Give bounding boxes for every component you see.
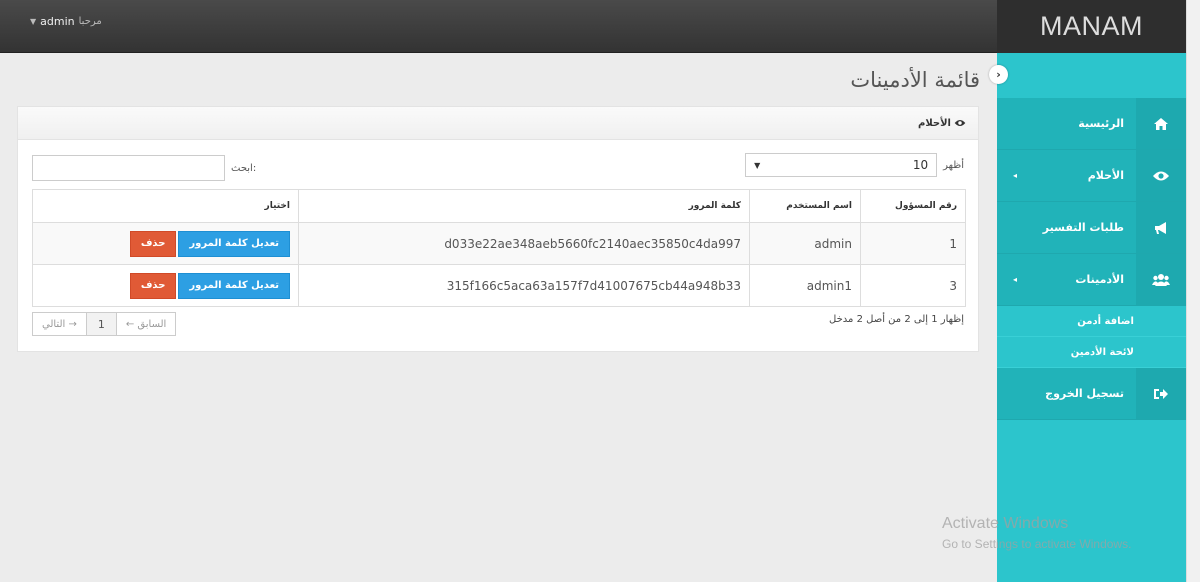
username-cell: admin — [749, 222, 861, 265]
table-row: حذف تعديل كلمة المرور 315f166c5aca63a157… — [32, 264, 966, 307]
top-header: ▼ admin مرحبا — [0, 0, 997, 53]
sidebar-item-logout[interactable]: تسجيل الخروج — [997, 368, 1186, 420]
change-password-button[interactable]: تعديل كلمة المرور — [178, 272, 290, 299]
id-cell: 3 — [860, 264, 966, 307]
delete-button[interactable]: حذف — [129, 230, 177, 257]
sidebar-item-label: الأدمينات — [1075, 273, 1124, 286]
caret-down-icon: ▼ — [30, 17, 37, 26]
page-length-control: ▼ 10 أظهر — [745, 153, 964, 177]
page-title: قائمة الأدمينات — [850, 68, 980, 92]
username-cell: admin1 — [749, 264, 861, 307]
table-header-row: اختيار كلمة المرور اسم المستخدم رقم المس… — [32, 189, 966, 223]
search-control: ابحث: — [32, 155, 256, 181]
eye-icon — [954, 117, 966, 130]
column-header-id[interactable]: رقم المسؤول — [860, 189, 966, 223]
search-label: ابحث: — [231, 162, 257, 174]
page-length-select[interactable]: ▼ 10 — [745, 153, 938, 177]
sidebar-toggle-icon[interactable]: › — [989, 65, 1008, 84]
home-icon — [1136, 98, 1186, 149]
column-header-password[interactable]: كلمة المرور — [298, 189, 750, 223]
delete-button[interactable]: حذف — [129, 272, 177, 299]
change-password-button[interactable]: تعديل كلمة المرور — [178, 230, 290, 257]
watermark-title: Activate Windows — [942, 515, 1069, 532]
pagination-next[interactable]: التالي → — [33, 313, 86, 335]
search-input[interactable] — [32, 155, 225, 181]
sidebar-item-admins[interactable]: ◂ الأدمينات — [997, 254, 1186, 306]
sidebar-item-label: تسجيل الخروج — [1045, 387, 1124, 400]
sidebar-item-home[interactable]: الرئيسية — [997, 98, 1186, 150]
caret-down-icon: ▼ — [754, 160, 761, 170]
column-header-username[interactable]: اسم المستخدم — [749, 189, 861, 223]
sidebar-item-label: طلبات التفسير — [1042, 221, 1124, 234]
windows-activation-watermark: Activate Windows Go to Settings to activ… — [942, 515, 1131, 551]
watermark-subtitle: Go to Settings to activate Windows. — [942, 537, 1132, 551]
admins-panel: الأحلام ▼ 10 أظهر ابحث: اختيار كلمة المر… — [17, 106, 979, 352]
panel-title: الأحلام — [917, 117, 951, 129]
actions-cell: حذف تعديل كلمة المرور — [32, 222, 299, 265]
chevron-left-icon: ◂ — [1013, 275, 1018, 284]
sidebar-item-label: الأحلام — [1087, 169, 1124, 182]
user-menu[interactable]: ▼ admin مرحبا — [30, 15, 102, 28]
username: admin — [40, 15, 75, 28]
sidebar: MANAM › الرئيسية ◂ الأحلام طلبات التفسير… — [989, 0, 1186, 582]
logout-icon — [1136, 368, 1186, 419]
chevron-left-icon: ◂ — [1013, 171, 1018, 180]
sidebar-item-requests[interactable]: طلبات التفسير — [997, 202, 1186, 254]
welcome-text: مرحبا — [78, 16, 102, 27]
sidebar-item-label: الرئيسية — [1078, 117, 1124, 130]
password-cell: d033e22ae348aeb5660fc2140aec35850c4da997 — [298, 222, 750, 265]
sidebar-menu: الرئيسية ◂ الأحلام طلبات التفسير ◂ الأدم… — [997, 98, 1186, 420]
pagination-prev[interactable]: ← السابق — [115, 313, 175, 335]
table-info: إظهار 1 إلى 2 من أصل 2 مدخل — [829, 314, 964, 325]
table-row: حذف تعديل كلمة المرور d033e22ae348aeb566… — [32, 222, 966, 265]
page-length-label: أظهر — [943, 159, 964, 171]
sidebar-subitem-admin-list[interactable]: لائحة الأدمين — [997, 337, 1186, 368]
password-cell: 315f166c5aca63a157f7d41007675cb44a948b33 — [298, 264, 750, 307]
actions-cell: حذف تعديل كلمة المرور — [32, 264, 299, 307]
megaphone-icon — [1136, 202, 1186, 253]
sidebar-item-dreams[interactable]: ◂ الأحلام — [997, 150, 1186, 202]
pagination: التالي → 1 ← السابق — [32, 312, 177, 336]
panel-header: الأحلام — [18, 107, 978, 140]
admins-table: اختيار كلمة المرور اسم المستخدم رقم المس… — [32, 189, 966, 307]
pagination-page-1[interactable]: 1 — [85, 313, 116, 335]
scrollbar[interactable] — [1186, 0, 1200, 582]
column-header-actions[interactable]: اختيار — [32, 189, 299, 223]
users-icon — [1136, 254, 1186, 305]
sidebar-subitem-add-admin[interactable]: اضافة أدمن — [997, 306, 1186, 337]
page-length-value: 10 — [912, 158, 929, 172]
id-cell: 1 — [860, 222, 966, 265]
eye-icon — [1136, 150, 1186, 201]
brand-logo[interactable]: MANAM — [997, 0, 1186, 53]
